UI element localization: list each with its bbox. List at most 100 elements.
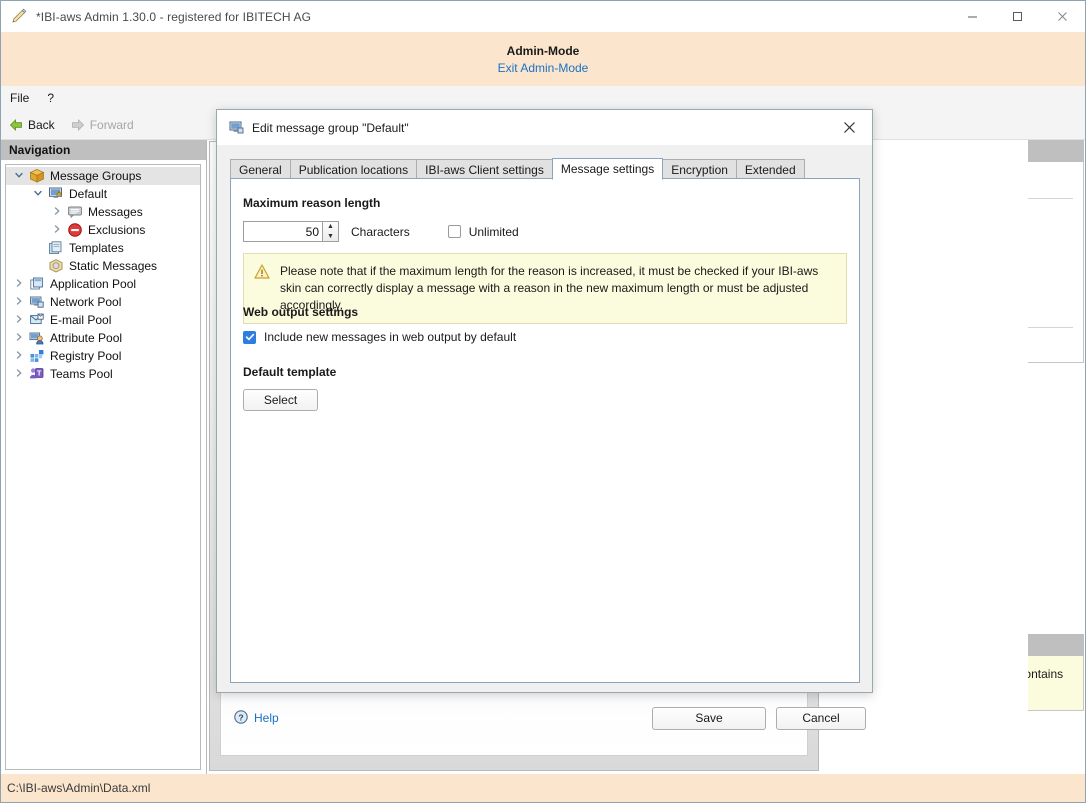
sidebar-item-templates[interactable]: Templates xyxy=(6,239,200,257)
exit-admin-mode-link[interactable]: Exit Admin-Mode xyxy=(498,61,589,75)
tab-extended[interactable]: Extended xyxy=(736,159,805,179)
close-window-button[interactable] xyxy=(1040,1,1085,32)
chevron-right-icon[interactable] xyxy=(48,224,66,237)
task-link[interactable]: move xyxy=(1028,227,1073,251)
templates-icon xyxy=(47,240,65,256)
save-button[interactable]: Save xyxy=(652,707,766,730)
forward-button[interactable]: Forward xyxy=(63,116,142,134)
sidebar-item-label: E-mail Pool xyxy=(50,313,117,327)
max-reason-length-spinner[interactable]: ▲ ▼ xyxy=(323,221,339,242)
monitor-icon xyxy=(229,120,244,135)
task-separator xyxy=(1028,198,1073,199)
svg-text:T: T xyxy=(37,371,42,378)
chevron-right-icon[interactable] xyxy=(10,314,28,327)
chevron-right-icon[interactable] xyxy=(10,278,28,291)
help-link[interactable]: ? Help xyxy=(234,710,279,727)
menu-bar: File ? xyxy=(1,86,1085,110)
chevron-right-icon[interactable] xyxy=(10,350,28,363)
sidebar-item-label: Application Pool xyxy=(50,277,142,291)
spinner-down-button[interactable]: ▼ xyxy=(323,232,338,242)
task-link[interactable]: t... xyxy=(1028,203,1073,227)
forward-arrow-icon xyxy=(71,118,85,132)
sidebar-item-network-pool[interactable]: Network Pool xyxy=(6,293,200,311)
sidebar-item-message-groups[interactable]: Message Groups xyxy=(6,167,200,185)
select-template-button[interactable]: Select xyxy=(243,389,318,411)
task-link[interactable]: d new message group... xyxy=(1028,170,1073,194)
web-output-settings-title: Web output settings xyxy=(243,305,358,319)
chevron-right-icon[interactable] xyxy=(48,206,66,219)
sidebar-item-label: Messages xyxy=(88,205,149,219)
default-template-title: Default template xyxy=(243,365,336,379)
box-icon xyxy=(28,168,46,184)
task-link[interactable]: blish... xyxy=(1028,275,1073,299)
forward-label: Forward xyxy=(90,118,134,132)
include-new-messages-checkbox[interactable] xyxy=(243,331,256,344)
sidebar-item-messages[interactable]: Messages xyxy=(6,203,200,221)
sidebar-item-label: Default xyxy=(69,187,113,201)
back-button[interactable]: Back xyxy=(1,116,63,134)
sidebar-item-static-messages[interactable]: Static Messages xyxy=(6,257,200,275)
unlimited-label: Unlimited xyxy=(469,225,519,239)
back-label: Back xyxy=(28,118,55,132)
unlimited-checkbox-row[interactable]: Unlimited xyxy=(448,225,519,239)
task-panel-header: ...tion xyxy=(1028,140,1084,162)
sidebar-item-e-mail-pool[interactable]: E-mail Pool xyxy=(6,311,200,329)
app-pool-icon xyxy=(28,276,46,292)
menu-item-help[interactable]: ? xyxy=(38,88,63,108)
dialog-body: Maximum reason length 50 ▲ ▼ Characters … xyxy=(230,178,860,756)
task-links-list: d new message group... t...movestart clie… xyxy=(1028,162,1084,363)
maximize-button[interactable] xyxy=(995,1,1040,32)
info-panel-block: ... tion e message group Default contain… xyxy=(1028,620,1084,711)
chevron-right-icon[interactable] xyxy=(10,368,28,381)
dialog-close-button[interactable] xyxy=(826,110,872,145)
chevron-right-icon[interactable] xyxy=(10,332,28,345)
tab-publication-locations[interactable]: Publication locations xyxy=(290,159,417,179)
sidebar-item-label: Static Messages xyxy=(69,259,163,273)
chevron-down-icon[interactable] xyxy=(29,188,47,201)
sidebar-item-default[interactable]: Default xyxy=(6,185,200,203)
navigation-tree[interactable]: Message Groups Default Messages Exclusions T… xyxy=(5,164,201,770)
cancel-button[interactable]: Cancel xyxy=(776,707,866,730)
spinner-up-button[interactable]: ▲ xyxy=(323,222,338,232)
navigation-sidebar: Navigation Message GroupsDefaultMessages… xyxy=(1,140,207,774)
teams-pool-icon: T xyxy=(28,366,46,382)
forbidden-icon xyxy=(66,222,84,238)
task-link[interactable]: py ID xyxy=(1028,299,1073,323)
info-panel-dots: ... xyxy=(1028,620,1084,634)
chevron-right-icon[interactable] xyxy=(10,296,28,309)
sidebar-item-application-pool[interactable]: Application Pool xyxy=(6,275,200,293)
tab-message-settings[interactable]: Message settings xyxy=(552,158,663,180)
sidebar-item-label: Templates xyxy=(69,241,130,255)
sidebar-item-registry-pool[interactable]: Registry Pool xyxy=(6,347,200,365)
max-reason-length-row: 50 ▲ ▼ Characters Unlimited xyxy=(243,221,519,242)
window-controls xyxy=(950,1,1085,32)
sidebar-item-exclusions[interactable]: Exclusions xyxy=(6,221,200,239)
task-link[interactable]: tch the video-tutorials... xyxy=(1028,332,1073,356)
task-link[interactable]: start clients... xyxy=(1028,251,1073,275)
max-reason-length-input[interactable]: 50 xyxy=(243,221,323,242)
status-path: C:\IBI-aws\Admin\Data.xml xyxy=(7,781,150,795)
title-bar: *IBI-aws Admin 1.30.0 - registered for I… xyxy=(1,1,1085,32)
dialog-title-bar: Edit message group "Default" xyxy=(217,110,872,145)
tab-ibi-aws-client-settings[interactable]: IBI-aws Client settings xyxy=(416,159,553,179)
message-icon xyxy=(66,204,84,220)
tab-encryption[interactable]: Encryption xyxy=(662,159,737,179)
sidebar-item-attribute-pool[interactable]: Attribute Pool xyxy=(6,329,200,347)
dialog-tab-strip[interactable]: GeneralPublication locationsIBI-aws Clie… xyxy=(230,157,804,179)
registry-pool-icon xyxy=(28,348,46,364)
menu-item-file[interactable]: File xyxy=(1,88,38,108)
sidebar-item-teams-pool[interactable]: TTeams Pool xyxy=(6,365,200,383)
tab-general[interactable]: General xyxy=(230,159,291,179)
back-arrow-icon xyxy=(9,118,23,132)
include-new-messages-row[interactable]: Include new messages in web output by de… xyxy=(243,330,516,344)
max-reason-length-title: Maximum reason length xyxy=(243,196,380,210)
sidebar-item-label: Exclusions xyxy=(88,223,151,237)
unlimited-checkbox[interactable] xyxy=(448,225,461,238)
minimize-button[interactable] xyxy=(950,1,995,32)
static-msg-icon xyxy=(47,258,65,274)
task-panel: ...tion d new message group... t...movest… xyxy=(1028,140,1084,774)
monitor-warning-icon xyxy=(47,186,65,202)
dialog-footer: ? Help Save Cancel xyxy=(230,698,860,738)
chevron-down-icon[interactable] xyxy=(10,170,28,183)
info-panel-body: e message group Default contains ublishe… xyxy=(1028,656,1084,711)
